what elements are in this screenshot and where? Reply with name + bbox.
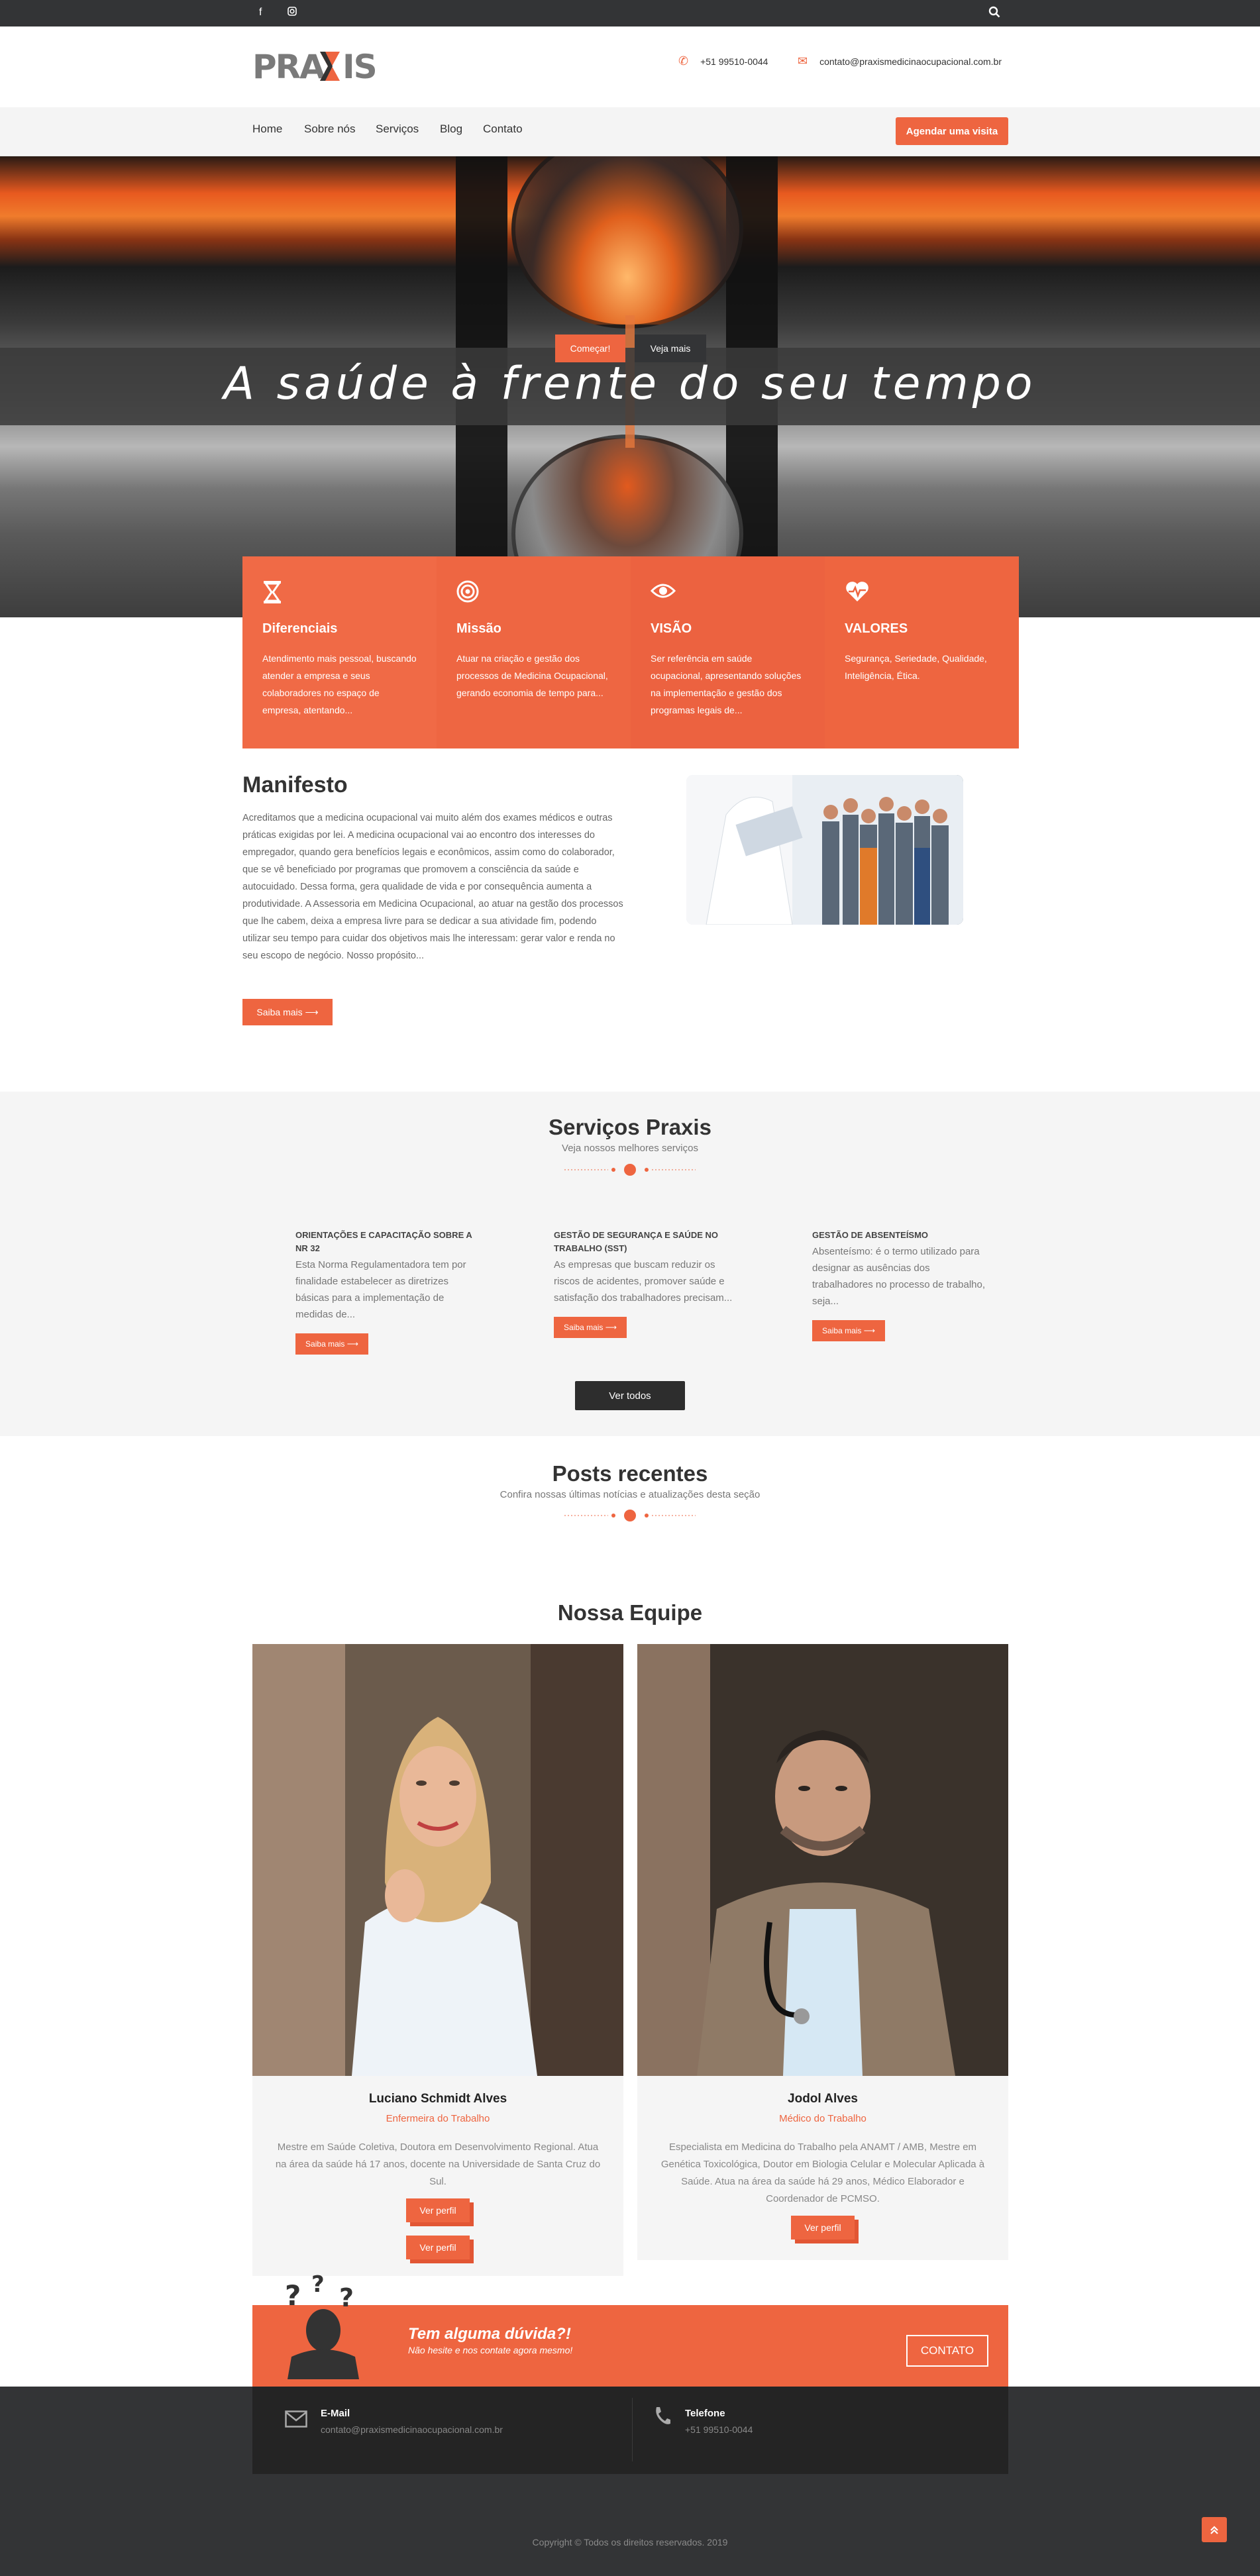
feature-text: Ser referência em saúde ocupacional, apr… [651, 653, 802, 715]
service-card: GESTÃO DE SEGURANÇA E SAÚDE NO TRABALHO … [554, 1229, 733, 1338]
manifesto-read-more-button[interactable]: Saiba mais ⟶ [242, 999, 333, 1025]
top-bar [0, 0, 1260, 26]
nav-services[interactable]: Serviços [376, 123, 419, 136]
see-all-services-button[interactable]: Ver todos [575, 1381, 685, 1410]
question-title: Tem alguma dúvida?! [408, 2325, 571, 2343]
view-profile-button[interactable]: Ver perfil [406, 2236, 470, 2259]
team-member-name: Luciano Schmidt Alves [368, 2092, 507, 2106]
svg-text:IS: IS [342, 48, 376, 86]
team-member-bio: Mestre em Saúde Coletiva, Doutora em Des… [275, 2141, 601, 2187]
phone-icon [653, 2406, 671, 2431]
feature-diferenciais[interactable]: Diferenciais Atendimento mais pessoal, b… [242, 556, 437, 748]
service-title: GESTÃO DE SEGURANÇA E SAÚDE NO TRABALHO … [554, 1230, 718, 1253]
nav-blog[interactable]: Blog [440, 123, 462, 136]
envelope-icon [285, 2408, 307, 2433]
footer-phone-value[interactable]: +51 99510-0044 [685, 2424, 753, 2435]
service-read-more-button[interactable]: Saiba mais ⟶ [554, 1317, 627, 1338]
feature-missao[interactable]: Missão Atuar na criação e gestão dos pro… [437, 556, 631, 748]
service-read-more-button[interactable]: Saiba mais ⟶ [295, 1333, 368, 1355]
nav-contact[interactable]: Contato [483, 123, 523, 136]
hero-title: A saúde à frente do seu tempo [223, 358, 1037, 410]
team-member-role: Médico do Trabalho [779, 2113, 866, 2124]
section-divider [564, 1163, 696, 1176]
contact-button[interactable]: CONTATO [906, 2335, 988, 2367]
view-profile-button[interactable]: Ver perfil [791, 2216, 855, 2240]
service-text: As empresas que buscam reduzir os riscos… [554, 1259, 733, 1304]
envelope-icon: ✉ [798, 54, 808, 68]
hourglass-top [511, 156, 743, 329]
target-icon [456, 580, 611, 609]
hourglass-icon [262, 580, 417, 609]
section-divider [564, 1509, 696, 1522]
feature-title: Missão [456, 621, 501, 636]
team-title: Nossa Equipe [557, 1600, 703, 1625]
service-text: Esta Norma Regulamentadora tem por final… [295, 1259, 466, 1320]
team-member-role: Enfermeira do Trabalho [386, 2113, 490, 2124]
question-subtitle: Não hesite e nos contate agora mesmo! [408, 2345, 573, 2355]
feature-title: VALORES [845, 621, 908, 636]
heartbeat-icon [845, 580, 999, 609]
posts-title: Posts recentes [552, 1461, 708, 1486]
feature-visao[interactable]: VISÃO Ser referência em saúde ocupaciona… [631, 556, 825, 748]
header-email[interactable]: ✉ contato@praxismedicinaocupacional.com.… [798, 54, 1002, 68]
copyright: Copyright © Todos os direitos reservados… [532, 2537, 728, 2548]
manifesto-title: Manifesto [242, 772, 348, 798]
team-photo-1 [252, 1644, 623, 2076]
feature-title: Diferenciais [262, 621, 338, 636]
svg-text:?: ? [311, 2273, 325, 2298]
header [0, 26, 1260, 107]
feature-text: Atuar na criação e gestão dos processos … [456, 653, 608, 698]
team-member-bio: Especialista em Medicina do Trabalho pel… [660, 2141, 985, 2204]
team-photo-2 [637, 1644, 1008, 2076]
feature-text: Segurança, Seriedade, Qualidade, Intelig… [845, 653, 987, 681]
back-to-top-icon[interactable] [1202, 2517, 1227, 2542]
svg-text:PRA: PRA [252, 48, 325, 86]
nav-about[interactable]: Sobre nós [304, 123, 356, 136]
service-title: GESTÃO DE ABSENTEÍSMO [812, 1230, 929, 1240]
footer-phone-label: Telefone [685, 2408, 725, 2419]
phone-icon: ✆ [678, 54, 689, 68]
team-member-name: Jodol Alves [788, 2092, 858, 2106]
services-title: Serviços Praxis [549, 1115, 711, 1139]
service-title: ORIENTAÇÕES E CAPACITAÇÃO SOBRE A NR 32 [295, 1230, 472, 1253]
footer-email-value[interactable]: contato@praxismedicinaocupacional.com.br [321, 2424, 503, 2435]
features-row: Diferenciais Atendimento mais pessoal, b… [242, 556, 1019, 748]
logo[interactable]: PRA IS [252, 46, 385, 86]
team-card-2: Jodol Alves Médico do Trabalho Especiali… [637, 2076, 1008, 2260]
header-phone[interactable]: ✆ +51 99510-0044 [678, 54, 768, 68]
footer-email-label: E-Mail [321, 2408, 350, 2419]
service-card: ORIENTAÇÕES E CAPACITAÇÃO SOBRE A NR 32 … [295, 1229, 474, 1355]
posts-subtitle: Confira nossas últimas notícias e atuali… [499, 1489, 761, 1500]
view-profile-button[interactable]: Ver perfil [406, 2198, 470, 2222]
nav-home[interactable]: Home [252, 123, 282, 136]
schedule-visit-button[interactable]: Agendar uma visita [896, 117, 1008, 145]
feature-valores[interactable]: VALORES Segurança, Seriedade, Qualidade,… [825, 556, 1019, 748]
service-card: GESTÃO DE ABSENTEÍSMO Absenteísmo: é o t… [812, 1229, 991, 1341]
feature-text: Atendimento mais pessoal, buscando atend… [262, 653, 417, 715]
search-icon[interactable] [988, 6, 1000, 21]
services-subtitle: Veja nossos melhores serviços [562, 1143, 698, 1154]
svg-text:?: ? [339, 2283, 354, 2312]
nav-bar [0, 107, 1260, 156]
feature-title: VISÃO [651, 621, 692, 636]
svg-text:?: ? [285, 2279, 301, 2312]
facebook-icon[interactable]: f [259, 7, 262, 19]
footer-divider [632, 2398, 633, 2461]
service-text: Absenteísmo: é o termo utilizado para de… [812, 1246, 986, 1307]
eye-icon [650, 580, 805, 609]
question-person-icon: ? ? ? [282, 2271, 368, 2379]
instagram-icon[interactable] [288, 7, 297, 19]
team-card-1: Luciano Schmidt Alves Enfermeira do Trab… [252, 2076, 623, 2276]
manifesto-image [686, 775, 963, 925]
manifesto-text: Acreditamos que a medicina ocupacional v… [242, 813, 623, 961]
service-read-more-button[interactable]: Saiba mais ⟶ [812, 1320, 885, 1341]
